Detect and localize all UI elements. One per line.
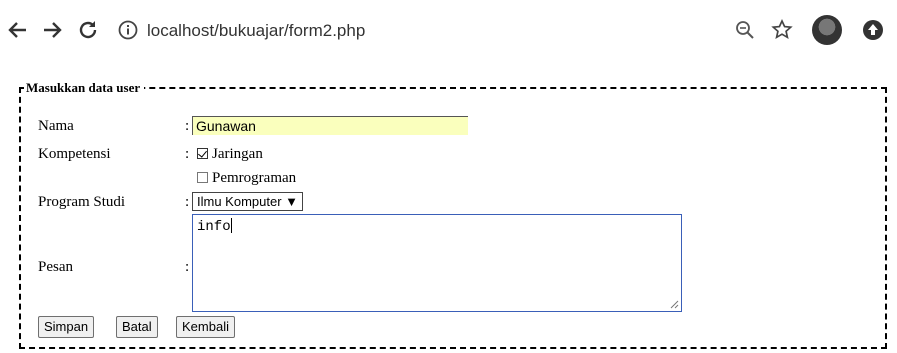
- browser-toolbar: localhost/bukuajar/form2.php: [0, 0, 897, 62]
- profile-avatar[interactable]: [812, 15, 842, 45]
- colon: :: [185, 259, 190, 275]
- resize-grip-icon[interactable]: [670, 300, 679, 309]
- nama-input[interactable]: [192, 116, 468, 135]
- colon: :: [185, 146, 190, 162]
- nama-label: Nama: [38, 118, 74, 134]
- batal-button[interactable]: Batal: [116, 316, 158, 338]
- simpan-button[interactable]: Simpan: [38, 316, 95, 338]
- colon: :: [185, 194, 190, 210]
- pemrograman-checkbox[interactable]: [197, 172, 208, 183]
- colon: :: [185, 118, 190, 134]
- text-caret: [230, 218, 232, 233]
- extension-icon[interactable]: [861, 18, 885, 42]
- pesan-text: info: [197, 219, 231, 235]
- reload-icon[interactable]: [76, 18, 100, 42]
- kembali-button[interactable]: Kembali: [176, 316, 235, 338]
- back-arrow-icon[interactable]: [6, 18, 30, 42]
- site-info-icon[interactable]: [117, 19, 139, 41]
- jaringan-label: Jaringan: [212, 146, 263, 162]
- fieldset-legend: Masukkan data user: [24, 80, 145, 95]
- pesan-textarea[interactable]: info: [192, 214, 682, 312]
- kompetensi-label: Kompetensi: [38, 146, 111, 162]
- jaringan-checkbox[interactable]: [197, 148, 208, 159]
- forward-arrow-icon[interactable]: [40, 18, 64, 42]
- address-bar-url[interactable]: localhost/bukuajar/form2.php: [147, 18, 365, 44]
- bookmark-star-icon[interactable]: [770, 18, 794, 42]
- program-studi-select[interactable]: Ilmu Komputer ▼: [192, 192, 304, 211]
- pemrograman-label: Pemrograman: [212, 170, 297, 186]
- program-studi-label: Program Studi: [38, 194, 126, 210]
- zoom-icon[interactable]: [734, 19, 756, 41]
- pesan-label: Pesan: [38, 259, 73, 275]
